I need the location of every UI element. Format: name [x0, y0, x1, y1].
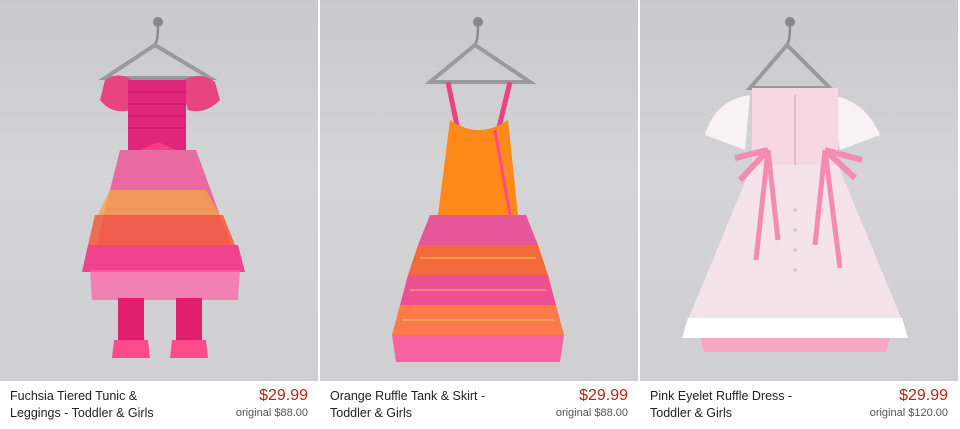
- product-card[interactable]: Pink Eyelet Ruffle Dress - Toddler & Gir…: [640, 0, 958, 429]
- original-price: original $88.00: [235, 407, 308, 419]
- product-name-line2: Toddler & Girls: [650, 406, 732, 420]
- sale-price: $29.99: [579, 387, 628, 404]
- sale-price: $29.99: [259, 387, 308, 404]
- product-card[interactable]: Fuchsia Tiered Tunic & Leggings - Toddle…: [0, 0, 318, 429]
- product-grid: Fuchsia Tiered Tunic & Leggings - Toddle…: [0, 0, 960, 429]
- original-price: original $88.00: [555, 407, 628, 419]
- fuchsia-tunic-dress-image: [82, 17, 245, 358]
- product-image[interactable]: [640, 0, 958, 381]
- product-image[interactable]: [320, 0, 638, 381]
- orange-ruffle-dress-image: [392, 17, 564, 362]
- product-name-line1: Fuchsia Tiered Tunic &: [10, 389, 138, 403]
- original-price: original $120.00: [869, 407, 948, 419]
- sale-price: $29.99: [899, 387, 948, 404]
- product-name-link[interactable]: Orange Ruffle Tank & Skirt - Toddler & G…: [330, 388, 530, 422]
- product-name-link[interactable]: Fuchsia Tiered Tunic & Leggings - Toddle…: [10, 388, 210, 422]
- product-info: Fuchsia Tiered Tunic & Leggings - Toddle…: [0, 381, 318, 429]
- product-name-line2: Toddler & Girls: [330, 406, 412, 420]
- product-name-line1: Orange Ruffle Tank & Skirt -: [330, 389, 486, 403]
- product-info: Orange Ruffle Tank & Skirt - Toddler & G…: [320, 381, 638, 429]
- product-name-link[interactable]: Pink Eyelet Ruffle Dress - Toddler & Gir…: [650, 388, 850, 422]
- pink-eyelet-dress-image: [682, 17, 908, 352]
- product-name-line1: Pink Eyelet Ruffle Dress -: [650, 389, 793, 403]
- product-info: Pink Eyelet Ruffle Dress - Toddler & Gir…: [640, 381, 958, 429]
- product-image[interactable]: [0, 0, 318, 381]
- product-card[interactable]: Orange Ruffle Tank & Skirt - Toddler & G…: [320, 0, 638, 429]
- product-name-line2: Leggings - Toddler & Girls: [10, 406, 154, 420]
